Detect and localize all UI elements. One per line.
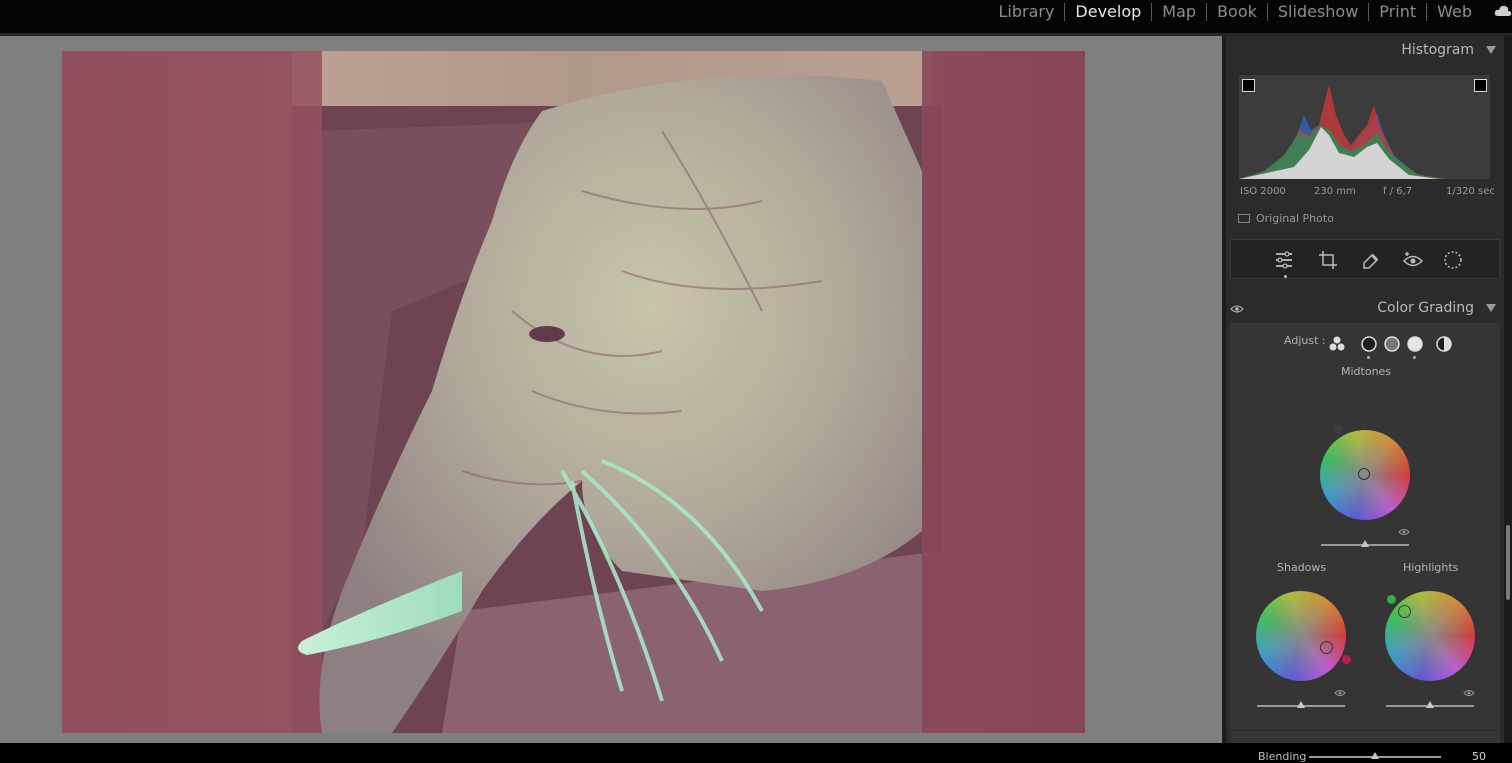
histogram-chart xyxy=(1239,85,1449,179)
slider-thumb[interactable] xyxy=(1361,540,1369,547)
exif-aperture: f / 6,7 xyxy=(1383,186,1413,197)
shadows-wheel-handle[interactable] xyxy=(1320,641,1333,654)
shadow-clipping-indicator[interactable] xyxy=(1242,79,1255,92)
global-view-icon[interactable] xyxy=(1436,336,1452,352)
collapse-triangle-icon[interactable] xyxy=(1486,304,1496,312)
elephant-photo xyxy=(62,51,1085,733)
module-slideshow[interactable]: Slideshow xyxy=(1268,2,1368,22)
red-eye-icon[interactable] xyxy=(1401,248,1425,272)
color-grading-title: Color Grading xyxy=(1377,300,1474,316)
view-indicator-dot xyxy=(1367,356,1370,359)
exif-iso: ISO 2000 xyxy=(1240,186,1286,197)
tool-strip xyxy=(1230,239,1500,279)
histogram-title: Histogram xyxy=(1401,42,1474,58)
blending-value[interactable]: 50 xyxy=(1472,750,1486,763)
shadows-view-icon[interactable] xyxy=(1361,336,1377,352)
crop-icon[interactable] xyxy=(1316,248,1340,272)
shadows-color-wheel[interactable] xyxy=(1256,591,1346,681)
eye-icon[interactable] xyxy=(1230,304,1244,314)
eye-icon[interactable] xyxy=(1334,689,1346,697)
color-grading-panel: Adjust : Midtones Shadows Highlights Ble… xyxy=(1230,323,1500,763)
color-grading-header[interactable]: Color Grading xyxy=(1226,294,1504,322)
view-indicator-dot xyxy=(1413,356,1416,359)
blending-label: Blending xyxy=(1258,750,1307,763)
original-photo-label: Original Photo xyxy=(1256,212,1334,225)
highlights-label: Highlights xyxy=(1403,561,1459,574)
cloud-icon[interactable] xyxy=(1494,4,1512,18)
exif-shutter: 1/320 sec xyxy=(1446,186,1495,197)
module-picker: Library Develop Map Book Slideshow Print… xyxy=(988,0,1482,24)
photo-preview[interactable] xyxy=(62,51,1085,733)
shadows-hue-dot[interactable] xyxy=(1342,655,1351,664)
module-print[interactable]: Print xyxy=(1369,2,1426,22)
exif-focal-length: 230 mm xyxy=(1314,186,1356,197)
collapse-triangle-icon[interactable] xyxy=(1486,46,1496,54)
highlights-wheel-handle[interactable] xyxy=(1398,605,1411,618)
original-photo-toggle[interactable]: Original Photo xyxy=(1238,212,1334,225)
midtones-hue-dot[interactable] xyxy=(1334,425,1343,434)
slider-thumb[interactable] xyxy=(1297,701,1305,708)
module-map[interactable]: Map xyxy=(1152,2,1206,22)
masking-icon[interactable] xyxy=(1441,248,1465,272)
midtones-wheel-handle[interactable] xyxy=(1358,468,1370,480)
slider-thumb[interactable] xyxy=(1426,701,1434,708)
midtones-label: Midtones xyxy=(1341,365,1392,378)
module-book[interactable]: Book xyxy=(1207,2,1267,22)
eye-icon[interactable] xyxy=(1398,528,1410,536)
eye-icon[interactable] xyxy=(1463,689,1475,697)
midtones-view-icon[interactable] xyxy=(1384,336,1400,352)
highlight-clipping-indicator[interactable] xyxy=(1474,79,1487,92)
slider-thumb[interactable] xyxy=(1371,752,1379,759)
module-develop[interactable]: Develop xyxy=(1065,2,1151,22)
module-web[interactable]: Web xyxy=(1427,2,1482,22)
scrollbar-thumb[interactable] xyxy=(1506,525,1510,600)
right-panel: Histogram ISO 2000 230 mm f / 6,7 1/320 … xyxy=(1226,36,1504,763)
adjust-label: Adjust : xyxy=(1284,334,1326,347)
histogram-header[interactable]: Histogram xyxy=(1226,36,1504,64)
shadows-label: Shadows xyxy=(1277,561,1327,574)
image-canvas[interactable] xyxy=(0,36,1222,743)
highlights-view-icon[interactable] xyxy=(1407,336,1423,352)
module-library[interactable]: Library xyxy=(988,2,1064,22)
active-tool-indicator xyxy=(1284,275,1287,278)
section-divider xyxy=(1230,730,1500,731)
histogram-graph[interactable] xyxy=(1239,75,1490,179)
healing-icon[interactable] xyxy=(1359,248,1383,272)
original-photo-checkbox[interactable] xyxy=(1238,214,1250,223)
highlights-hue-dot[interactable] xyxy=(1387,595,1396,604)
panel-scrollbar[interactable] xyxy=(1504,36,1512,743)
module-bar: Library Develop Map Book Slideshow Print… xyxy=(0,0,1512,33)
highlights-color-wheel[interactable] xyxy=(1385,591,1475,681)
three-way-view-icon[interactable] xyxy=(1329,336,1345,352)
edit-sliders-icon[interactable] xyxy=(1272,248,1296,272)
